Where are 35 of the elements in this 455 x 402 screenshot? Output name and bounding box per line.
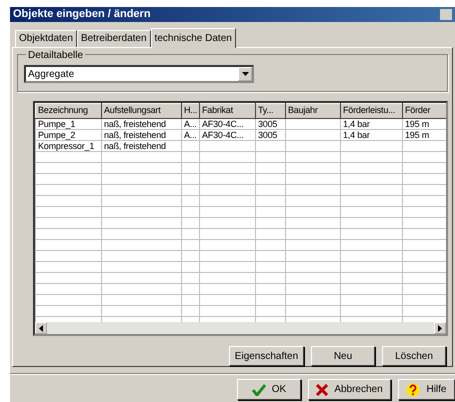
tab[interactable]: Betreiberdaten (76, 30, 151, 47)
table-cell: A... (182, 118, 200, 130)
ok-button[interactable]: OK (237, 379, 301, 400)
table-cell: AF30-4C... (200, 130, 256, 140)
table-cell: AF30-4C... (200, 118, 256, 130)
table-cell: 195 m (402, 130, 446, 140)
help-button[interactable]: Hilfe (398, 379, 455, 400)
column-header[interactable]: Ty... (256, 104, 286, 118)
table-cell: 1,4 bar (340, 130, 402, 140)
column-header[interactable]: H... (182, 104, 200, 118)
table-cell: 3005 (256, 118, 286, 130)
action-button[interactable]: Eigenschaften (229, 346, 304, 366)
table-cell: naß, freistehend (102, 140, 182, 152)
table-cell: 1,4 bar (340, 118, 402, 130)
column-header[interactable]: Aufstellungsart (102, 104, 182, 118)
table-select[interactable]: Aggregate (24, 65, 254, 83)
table-cell: naß, freistehend (102, 118, 182, 130)
action-button[interactable]: Neu (311, 346, 375, 366)
tab[interactable]: Objektdaten (15, 30, 77, 47)
table-cell: 195 m (402, 118, 446, 130)
column-header[interactable]: Baujahr (286, 104, 340, 118)
table-cell: 3005 (256, 130, 286, 140)
table-cell: Pumpe_2 (36, 130, 102, 140)
column-header[interactable]: Förderleistu... (340, 104, 402, 118)
column-header[interactable]: Fabrikat (200, 104, 256, 118)
table-cell: A... (182, 130, 200, 140)
column-header[interactable]: Förder (402, 104, 446, 118)
table-cell: Kompressor_1 (36, 140, 102, 152)
cancel-button[interactable]: Abbrechen (308, 379, 391, 400)
table-cell: Pumpe_1 (36, 118, 102, 130)
column-header[interactable]: Bezeichnung (36, 104, 102, 118)
action-button[interactable]: Löschen (382, 346, 446, 366)
table-cell: naß, freistehend (102, 130, 182, 140)
tab[interactable]: technische Daten (150, 28, 236, 48)
window-title: Objekte eingeben / ändern (13, 8, 151, 21)
